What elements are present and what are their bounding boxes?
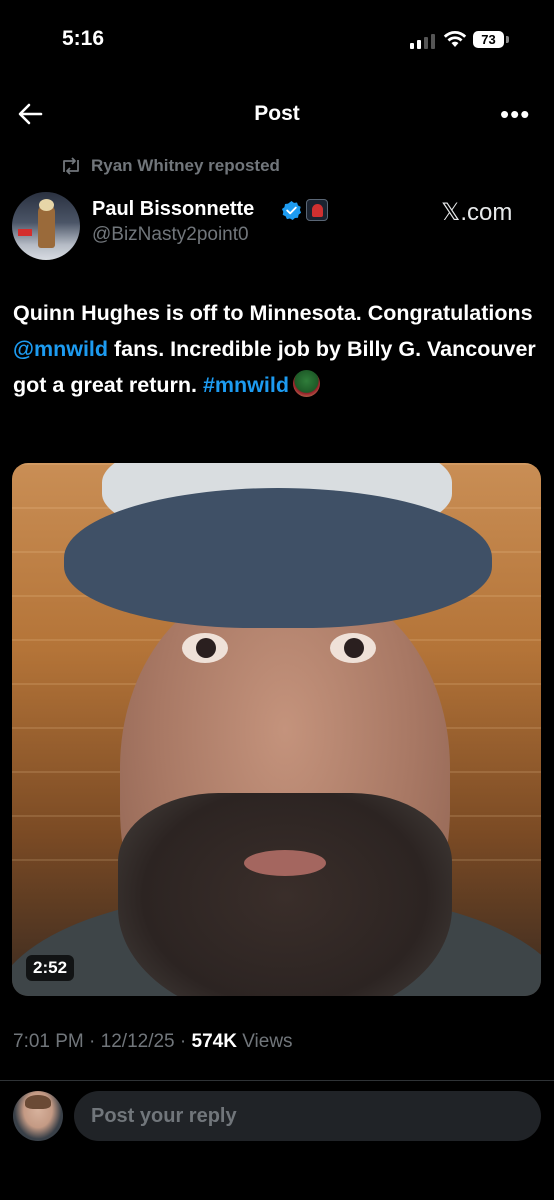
mention-link[interactable]: @mnwild bbox=[13, 337, 108, 361]
verified-icon bbox=[281, 200, 302, 221]
views-label: Views bbox=[242, 1031, 293, 1052]
video-duration: 2:52 bbox=[26, 955, 75, 981]
wifi-icon bbox=[443, 31, 467, 47]
user-avatar[interactable] bbox=[13, 1091, 63, 1141]
author-name[interactable]: Paul Bissonnette bbox=[92, 198, 254, 221]
reply-input[interactable]: Post your reply bbox=[74, 1091, 541, 1141]
wild-logo-icon bbox=[292, 370, 320, 397]
post-time: 7:01 PM bbox=[13, 1031, 84, 1052]
hashtag-link[interactable]: #mnwild bbox=[203, 373, 289, 397]
repost-icon bbox=[63, 157, 79, 175]
battery-icon: 73 bbox=[473, 31, 504, 48]
post-text: Quinn Hughes is off to Minnesota. Congra… bbox=[13, 295, 543, 403]
avatar[interactable] bbox=[12, 192, 80, 260]
video-thumbnail[interactable]: 2:52 bbox=[12, 463, 541, 996]
status-time: 5:16 bbox=[62, 27, 105, 50]
views-count[interactable]: 574K bbox=[192, 1031, 237, 1052]
post-date: 12/12/25 bbox=[100, 1031, 175, 1052]
repost-indicator[interactable]: Ryan Whitney reposted bbox=[60, 156, 280, 176]
status-bar: 5:16 73 bbox=[0, 0, 554, 80]
divider bbox=[0, 1080, 554, 1081]
post-meta: 7:01 PM · 12/12/25 · 574K Views bbox=[13, 1031, 293, 1052]
post-text-part1: Quinn Hughes is off to Minnesota. Congra… bbox=[13, 301, 533, 325]
author-handle[interactable]: @BizNasty2point0 bbox=[92, 224, 249, 246]
affiliate-badge-icon[interactable] bbox=[306, 199, 328, 221]
repost-text: Ryan Whitney reposted bbox=[91, 156, 280, 175]
header: Post ••• bbox=[0, 88, 554, 142]
battery-tip bbox=[506, 36, 509, 43]
signal-icon bbox=[410, 34, 435, 49]
page-title: Post bbox=[254, 102, 300, 125]
more-icon[interactable]: ••• bbox=[500, 100, 530, 128]
source-label: 𝕏.com bbox=[441, 199, 513, 226]
